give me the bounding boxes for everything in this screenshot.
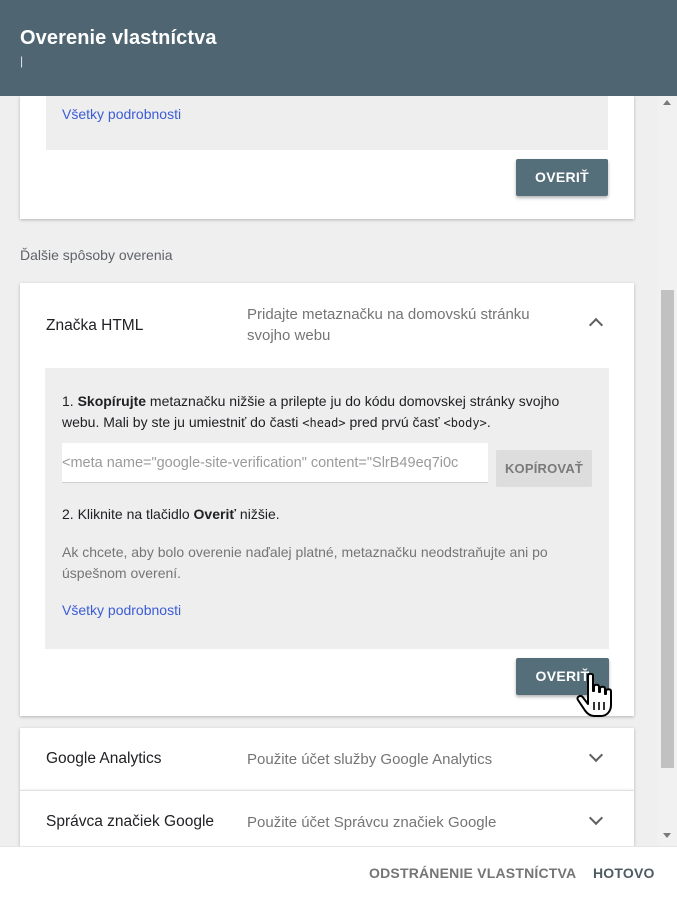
- copy-button[interactable]: KOPÍROVAŤ: [496, 450, 592, 487]
- step-2-bold: Overiť: [193, 506, 237, 522]
- tag-manager-title[interactable]: Správca značiek Google: [46, 813, 214, 831]
- step-2-text-a: Kliknite na tlačidlo: [77, 506, 194, 522]
- meta-tag-field[interactable]: <meta name="google-site-verification" co…: [62, 443, 488, 483]
- google-analytics-description: Použite účet služby Google Analytics: [247, 751, 493, 768]
- all-details-link[interactable]: Všetky podrobnosti: [62, 602, 181, 618]
- step-1-text: 1. Skopírujte metaznačku nižšie a prilep…: [62, 391, 592, 434]
- tag-manager-description: Použite účet Správcu značiek Google: [247, 814, 497, 831]
- html-tag-card: Značka HTML Pridajte metaznačku na domov…: [20, 283, 634, 716]
- scroll-up-arrow-icon[interactable]: [663, 100, 671, 105]
- google-analytics-card[interactable]: Google Analytics Použite účet služby Goo…: [20, 728, 634, 790]
- done-button[interactable]: HOTOVO: [593, 865, 655, 881]
- scroll-down-arrow-icon[interactable]: [663, 833, 671, 838]
- dialog-content[interactable]: Všetky podrobnosti OVERIŤ Ďalšie spôsoby…: [0, 96, 657, 846]
- step-2-number: 2.: [62, 506, 74, 522]
- hand-pointer-cursor-icon: [576, 673, 612, 717]
- html-tag-instructions: 1. Skopírujte metaznačku nižšie a prilep…: [45, 368, 609, 649]
- verification-method-card: Všetky podrobnosti OVERIŤ: [20, 96, 634, 219]
- other-methods-label: Ďalšie spôsoby overenia: [20, 247, 173, 263]
- step-1-bold: Skopírujte: [77, 393, 147, 409]
- instructions-box: Všetky podrobnosti: [46, 96, 608, 150]
- dialog-header: Overenie vlastníctva |: [0, 0, 677, 96]
- remove-ownership-button[interactable]: ODSTRÁNENIE VLASTNÍCTVA: [369, 865, 576, 881]
- all-details-link[interactable]: Všetky podrobnosti: [62, 106, 181, 122]
- html-tag-description: Pridajte metaznačku na domovskú stránku …: [247, 306, 530, 344]
- step-2-text-b: nižšie.: [236, 506, 280, 522]
- tag-manager-card[interactable]: Správca značiek Google Použite účet Sprá…: [20, 790, 634, 846]
- dialog-title: Overenie vlastníctva: [20, 27, 217, 49]
- scrollbar-thumb[interactable]: [661, 290, 674, 768]
- body-code: <body>: [443, 416, 487, 430]
- chevron-down-icon[interactable]: [588, 810, 604, 826]
- google-analytics-title[interactable]: Google Analytics: [46, 750, 161, 768]
- keep-tag-note: Ak chcete, aby bolo overenie naďalej pla…: [62, 544, 548, 581]
- step-2-text: 2. Kliknite na tlačidlo Overiť nižšie.: [62, 504, 280, 525]
- chevron-down-icon[interactable]: [588, 747, 604, 763]
- verify-button[interactable]: OVERIŤ: [516, 159, 608, 196]
- step-1-text-c: .: [486, 414, 491, 430]
- step-1-text-b: pred prvú časť: [345, 414, 444, 430]
- html-tag-title[interactable]: Značka HTML: [46, 317, 143, 335]
- step-1-number: 1.: [62, 393, 74, 409]
- dialog-footer: ODSTRÁNENIE VLASTNÍCTVA HOTOVO: [0, 846, 677, 899]
- property-name: |: [20, 54, 24, 68]
- chevron-up-icon[interactable]: [588, 317, 604, 333]
- head-code: <head>: [302, 416, 346, 430]
